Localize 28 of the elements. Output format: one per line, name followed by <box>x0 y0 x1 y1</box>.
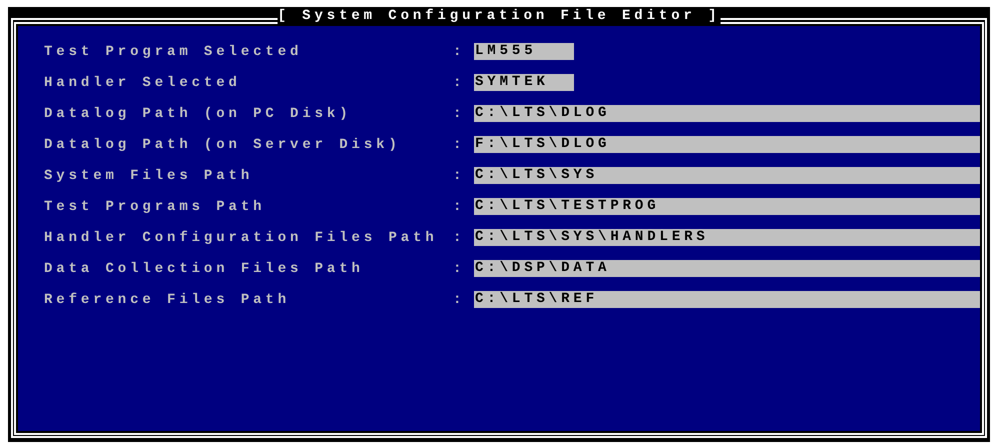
separator: : <box>453 136 466 152</box>
input-field[interactable]: F:\LTS\DLOG <box>474 136 980 153</box>
field-label: Handler Selected <box>44 74 242 90</box>
separator: : <box>453 260 466 276</box>
field-label: Datalog Path (on Server Disk) <box>44 136 402 152</box>
input-field[interactable]: C:\LTS\TESTPROG <box>474 198 980 215</box>
window-title: [ System Configuration File Editor ] <box>278 7 720 25</box>
field-label: System Files Path <box>44 168 254 184</box>
field-label: Data Collection Files Path <box>44 260 365 276</box>
separator: : <box>453 106 466 122</box>
input-field[interactable]: C:\LTS\DLOG <box>474 105 980 122</box>
separator: : <box>453 230 466 246</box>
input-field[interactable]: C:\LTS\SYS\HANDLERS <box>474 229 980 246</box>
field-label: Handler Configuration Files Path <box>44 230 439 246</box>
field-label: Test Programs Path <box>44 198 266 214</box>
input-field[interactable]: LM555 <box>474 43 574 60</box>
field-label: Datalog Path (on PC Disk) <box>44 106 353 122</box>
separator: : <box>453 292 466 308</box>
field-label: Test Program Selected <box>44 44 304 60</box>
separator: : <box>453 44 466 60</box>
separator: : <box>453 198 466 214</box>
separator: : <box>453 74 466 90</box>
input-field[interactable]: SYMTEK <box>474 74 574 91</box>
field-label: Reference Files Path <box>44 292 292 308</box>
input-field[interactable]: C:\LTS\REF <box>474 291 980 308</box>
separator: : <box>453 168 466 184</box>
input-field[interactable]: C:\LTS\SYS <box>474 167 980 184</box>
input-field[interactable]: C:\DSP\DATA <box>474 260 980 277</box>
